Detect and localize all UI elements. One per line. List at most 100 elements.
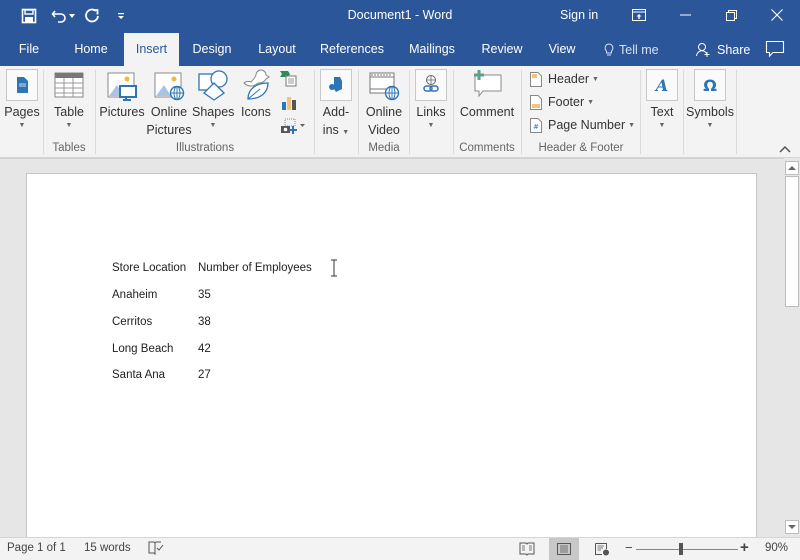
cell-employees: 27	[198, 369, 211, 381]
chevron-down-icon: ▼	[18, 122, 26, 129]
sign-in-link[interactable]: Sign in	[560, 8, 598, 22]
page-number-icon: #	[530, 117, 542, 133]
online-video-button[interactable]: Online Video	[362, 69, 406, 141]
links-label: Links	[416, 105, 446, 119]
chevron-down-icon: ▼	[209, 122, 217, 129]
chevron-down-icon: ▼	[342, 129, 350, 136]
web-layout-icon	[595, 543, 609, 556]
tell-me-search[interactable]: Tell me	[604, 33, 659, 66]
redo-button[interactable]	[82, 6, 104, 26]
links-button[interactable]: Links ▼	[414, 69, 448, 137]
tab-mailings[interactable]: Mailings	[403, 33, 461, 66]
chevron-down-icon: ▼	[658, 122, 666, 129]
header-icon	[530, 71, 542, 87]
zoom-slider-track[interactable]	[636, 549, 738, 550]
zoom-in-button[interactable]: +	[740, 539, 749, 556]
text-label: Text	[650, 105, 674, 119]
undo-icon	[51, 10, 66, 23]
add-ins-icon	[320, 69, 352, 101]
chevron-down-icon: ▼	[587, 98, 595, 106]
shapes-icon	[198, 70, 228, 101]
scroll-down-button[interactable]	[785, 520, 799, 534]
chevron-down-icon: ▼	[65, 122, 73, 129]
arrow-down-icon	[788, 525, 796, 529]
proofing-button[interactable]	[148, 541, 164, 558]
undo-dropdown[interactable]	[66, 6, 78, 26]
page-number-button[interactable]: # Page Number ▼	[530, 115, 635, 135]
document-canvas: Store Location Number of Employees Anahe…	[0, 158, 784, 543]
links-icon	[415, 69, 447, 101]
zoom-level[interactable]: 90%	[765, 542, 788, 554]
table-row: Santa Ana 27	[112, 369, 372, 385]
customize-qat-button[interactable]	[110, 6, 132, 26]
page-count[interactable]: Page 1 of 1	[7, 542, 66, 554]
online-pictures-label-line1: Online	[150, 105, 188, 119]
icons-button[interactable]: Icons	[236, 69, 276, 137]
cell-employees: 38	[198, 316, 211, 328]
scroll-up-button[interactable]	[785, 161, 799, 175]
symbols-button[interactable]: Ω Symbols ▼	[686, 69, 734, 137]
online-pictures-button[interactable]: Online Pictures	[146, 69, 192, 141]
svg-text:#: #	[533, 123, 539, 131]
web-layout-button[interactable]	[587, 538, 617, 560]
table-button[interactable]: Table ▼	[50, 69, 88, 137]
zoom-slider-thumb[interactable]	[679, 543, 683, 555]
lightbulb-icon	[604, 42, 614, 55]
scroll-thumb[interactable]	[785, 176, 799, 307]
tab-insert[interactable]: Insert	[124, 33, 179, 66]
vertical-scrollbar[interactable]	[784, 158, 800, 537]
ribbon-display-options-button[interactable]	[616, 0, 662, 30]
tab-references[interactable]: References	[316, 33, 388, 66]
comment-bubble-icon	[765, 40, 785, 58]
shapes-button[interactable]: Shapes ▼	[192, 69, 234, 137]
tab-design[interactable]: Design	[185, 33, 239, 66]
pages-button[interactable]: Pages ▼	[4, 69, 40, 137]
pictures-button[interactable]: Pictures	[99, 69, 145, 137]
person-icon	[696, 43, 710, 57]
save-button[interactable]	[18, 6, 40, 26]
online-pictures-icon	[154, 72, 185, 101]
group-label-illustrations: Illustrations	[175, 142, 235, 154]
icons-icon	[243, 69, 270, 100]
tab-home[interactable]: Home	[64, 33, 118, 66]
text-button[interactable]: A Text ▼	[646, 69, 678, 137]
screenshot-button[interactable]	[280, 118, 308, 136]
tab-review[interactable]: Review	[476, 33, 528, 66]
document-page[interactable]: Store Location Number of Employees Anahe…	[26, 173, 757, 543]
svg-text:A: A	[654, 76, 668, 95]
tab-layout[interactable]: Layout	[250, 33, 304, 66]
read-mode-button[interactable]	[512, 538, 542, 560]
zoom-out-button[interactable]: −	[625, 540, 633, 555]
add-ins-button[interactable]: Add- ins ▼	[318, 69, 354, 141]
restore-button[interactable]	[708, 0, 754, 30]
chevron-down-icon: ▼	[628, 121, 636, 129]
group-separator	[683, 70, 684, 154]
print-layout-icon	[557, 543, 571, 555]
chevron-down-icon: ▼	[427, 122, 435, 129]
minimize-button[interactable]	[662, 0, 708, 30]
tab-view[interactable]: View	[540, 33, 584, 66]
new-comment-button[interactable]: Comment	[456, 69, 518, 137]
group-label-header-footer: Header & Footer	[538, 142, 624, 154]
new-comment-icon	[474, 70, 502, 98]
restore-icon	[725, 9, 737, 21]
symbols-label: Symbols	[686, 105, 734, 119]
share-button[interactable]: Share	[696, 33, 750, 66]
pages-icon	[6, 69, 38, 101]
chart-button[interactable]	[280, 94, 298, 112]
comments-button[interactable]	[765, 40, 787, 60]
page-number-label: Page Number	[548, 118, 626, 132]
header-button[interactable]: Header ▼	[530, 69, 599, 89]
tab-file[interactable]: File	[8, 33, 50, 66]
group-label-media: Media	[368, 142, 400, 154]
print-layout-button[interactable]	[549, 538, 579, 560]
footer-label: Footer	[548, 95, 585, 109]
footer-button[interactable]: Footer ▼	[530, 92, 594, 112]
collapse-ribbon-button[interactable]	[779, 142, 793, 154]
chevron-down-icon	[69, 14, 75, 18]
table-row: Long Beach 42	[112, 343, 372, 359]
word-count[interactable]: 15 words	[84, 542, 131, 554]
close-button[interactable]	[754, 0, 800, 30]
header-label: Header	[548, 72, 589, 86]
smartart-button[interactable]	[279, 70, 297, 88]
